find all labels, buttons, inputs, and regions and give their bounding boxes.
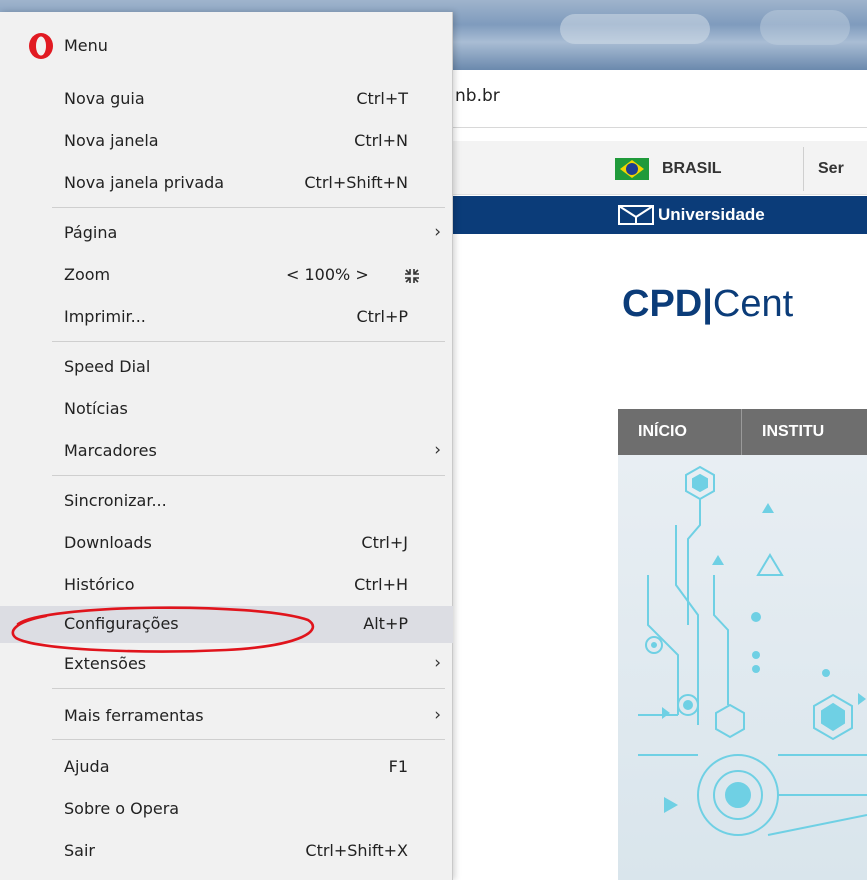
menu-item-about-opera[interactable]: Sobre o Opera [0, 791, 453, 828]
site-logo-rest: Cent [712, 283, 794, 325]
menu-item-label: Nova janela [64, 131, 159, 150]
menu-item-label: Zoom [64, 265, 111, 284]
nav-tab-inicio[interactable]: INÍCIO [638, 423, 687, 441]
titlebar-tab-blur [560, 14, 710, 44]
site-logo-sep: | [702, 283, 713, 325]
chevron-right-icon: › [434, 705, 441, 725]
university-link[interactable]: Universidade [658, 205, 765, 225]
menu-item-shortcut: F1 [388, 757, 408, 776]
menu-item-label: Sair [64, 841, 95, 860]
menu-item-exit[interactable]: Sair Ctrl+Shift+X [0, 833, 453, 870]
gov-services-link[interactable]: Ser [818, 160, 844, 178]
menu-item-label: Speed Dial [64, 357, 151, 376]
brazil-flag-icon [615, 158, 649, 180]
fullscreen-icon[interactable] [403, 267, 421, 285]
menu-item-extensions[interactable]: Extensões › [0, 646, 453, 683]
menu-item-page[interactable]: Página › [0, 215, 453, 252]
chevron-right-icon: › [434, 440, 441, 460]
menu-item-label: Mais ferramentas [64, 706, 204, 725]
menu-item-label: Histórico [64, 575, 135, 594]
university-logo-icon [618, 205, 654, 225]
titlebar-tab-blur [760, 10, 850, 45]
menu-separator [52, 475, 445, 476]
menu-item-sync[interactable]: Sincronizar... [0, 483, 453, 520]
address-text[interactable]: nb.br [455, 86, 500, 106]
menu-item-label: Sobre o Opera [64, 799, 180, 818]
menu-item-settings[interactable]: Configurações Alt+P [0, 606, 453, 643]
menu-item-label: Sincronizar... [64, 491, 167, 510]
menu-item-shortcut: Ctrl+N [354, 131, 408, 150]
menu-item-new-window[interactable]: Nova janela Ctrl+N [0, 123, 453, 160]
menu-item-shortcut: Ctrl+H [354, 575, 408, 594]
menu-header: Menu [0, 26, 453, 62]
menu-item-more-tools[interactable]: Mais ferramentas › [0, 698, 453, 735]
menu-item-label: Nova guia [64, 89, 145, 108]
menu-item-zoom: Zoom < 100% > [0, 257, 453, 294]
menu-item-bookmarks[interactable]: Marcadores › [0, 433, 453, 470]
menu-item-help[interactable]: Ajuda F1 [0, 749, 453, 786]
menu-item-label: Imprimir... [64, 307, 146, 326]
menu-item-new-tab[interactable]: Nova guia Ctrl+T [0, 81, 453, 118]
chevron-right-icon: › [434, 222, 441, 242]
menu-item-label: Nova janela privada [64, 173, 225, 192]
menu-item-label: Extensões [64, 654, 147, 673]
menu-title: Menu [64, 36, 108, 55]
menu-item-shortcut: Ctrl+Shift+X [305, 841, 408, 860]
menu-separator [52, 688, 445, 689]
nav-tab-institucional[interactable]: INSTITU [762, 423, 824, 441]
menu-item-history[interactable]: Histórico Ctrl+H [0, 567, 453, 604]
menu-item-label: Configurações [64, 614, 179, 633]
menu-item-label: Página [64, 223, 118, 242]
zoom-control[interactable]: < 100% > [286, 265, 369, 284]
gov-brasil-link[interactable]: BRASIL [662, 160, 722, 178]
menu-item-label: Ajuda [64, 757, 110, 776]
chevron-right-icon: › [434, 653, 441, 673]
opera-logo-icon [29, 33, 53, 59]
menu-item-shortcut: Alt+P [363, 614, 408, 633]
menu-separator [52, 739, 445, 740]
menu-separator [52, 341, 445, 342]
menu-item-private-window[interactable]: Nova janela privada Ctrl+Shift+N [0, 165, 453, 202]
divider [741, 409, 742, 455]
menu-item-shortcut: Ctrl+T [356, 89, 408, 108]
opera-menu: Menu Nova guia Ctrl+T Nova janela Ctrl+N… [0, 12, 453, 880]
circuit-illustration [638, 465, 867, 836]
menu-item-news[interactable]: Notícias [0, 391, 453, 428]
hero-banner [618, 455, 867, 880]
site-logo[interactable]: CPD|Cent [622, 283, 793, 326]
menu-item-shortcut: Ctrl+J [361, 533, 408, 552]
menu-item-shortcut: Ctrl+Shift+N [304, 173, 408, 192]
menu-separator [52, 207, 445, 208]
menu-item-downloads[interactable]: Downloads Ctrl+J [0, 525, 453, 562]
menu-item-print[interactable]: Imprimir... Ctrl+P [0, 299, 453, 336]
menu-item-shortcut: Ctrl+P [356, 307, 408, 326]
divider [803, 147, 804, 191]
menu-item-speed-dial[interactable]: Speed Dial [0, 349, 453, 386]
menu-item-label: Downloads [64, 533, 152, 552]
menu-item-label: Notícias [64, 399, 128, 418]
menu-item-label: Marcadores [64, 441, 157, 460]
site-logo-bold: CPD [622, 283, 703, 325]
screen: nb.br BRASIL Ser Universidade CPD|Cent I… [0, 0, 867, 880]
